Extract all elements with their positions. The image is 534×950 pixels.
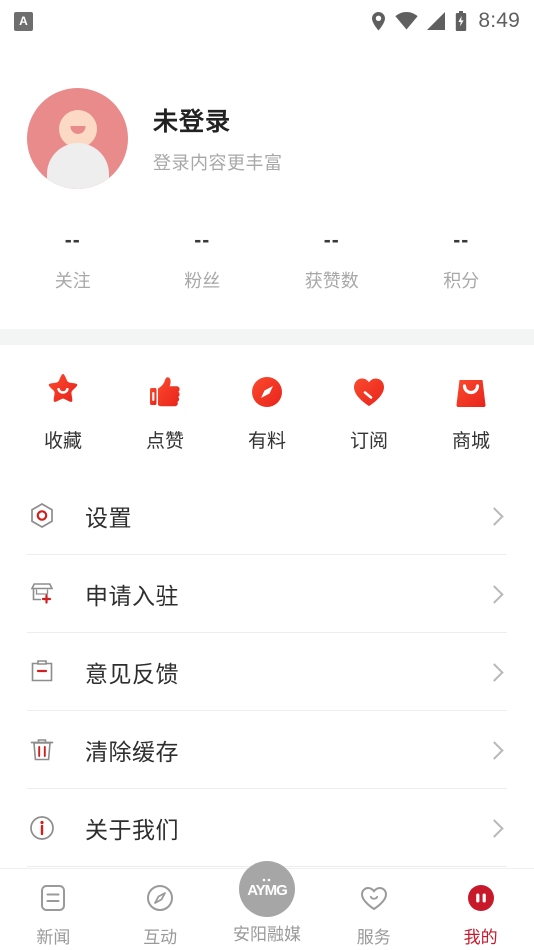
quick-action-mall[interactable]: 商城	[420, 371, 522, 453]
status-bar: A 8:49	[0, 0, 534, 42]
stat-fans[interactable]: -- 粉丝	[138, 229, 268, 293]
tab-mine[interactable]: 我的	[427, 869, 534, 948]
heart-outline-icon	[355, 879, 393, 917]
tab-label: 互动	[143, 928, 178, 947]
news-document-icon	[34, 879, 72, 917]
chevron-right-icon	[485, 584, 504, 604]
tab-label: 安阳融媒	[232, 925, 301, 944]
stat-value: --	[194, 229, 211, 252]
menu-item-about-us[interactable]: 关于我们	[0, 789, 534, 867]
menu-item-clear-cache[interactable]: 清除缓存	[0, 711, 534, 789]
stat-value: --	[64, 229, 81, 252]
stat-label: 获赞数	[304, 271, 359, 291]
app-screen: A 8:49 未登录 登录内容更丰富 -- 关注 -- 粉丝 -- 获赞数 --…	[0, 0, 534, 950]
quick-action-label: 商城	[451, 431, 490, 452]
profile-header[interactable]: 未登录 登录内容更丰富	[0, 42, 534, 189]
chevron-right-icon	[485, 740, 504, 760]
shopping-bag-icon	[450, 371, 492, 413]
profile-active-icon	[462, 879, 500, 917]
profile-title: 未登录	[153, 108, 232, 136]
cellular-signal-icon	[427, 12, 446, 30]
chevron-right-icon	[485, 662, 504, 682]
quick-actions-row: 收藏 点赞 有料 订阅 商城	[0, 345, 534, 453]
menu-item-label: 意见反馈	[85, 661, 179, 687]
heart-icon	[348, 371, 390, 413]
star-icon	[42, 371, 84, 413]
stat-value: --	[453, 229, 470, 252]
status-bar-right: 8:49	[371, 9, 520, 33]
info-circle-icon	[27, 813, 57, 843]
menu-item-feedback[interactable]: 意见反馈	[0, 633, 534, 711]
menu-item-apply-to-join[interactable]: 申请入驻	[0, 555, 534, 633]
svg-text:AYMG: AYMG	[247, 882, 287, 899]
quick-action-label: 订阅	[349, 431, 388, 452]
feedback-clipboard-icon	[27, 657, 57, 687]
tab-interact[interactable]: 互动	[107, 869, 214, 948]
status-bar-clock: 8:49	[478, 9, 520, 32]
quick-action-favorites[interactable]: 收藏	[12, 371, 114, 453]
tab-anyang-media[interactable]: AYMG 安阳融媒	[214, 861, 321, 945]
stat-points[interactable]: -- 积分	[397, 229, 527, 293]
trash-icon	[27, 735, 57, 765]
bottom-tab-bar: 新闻 互动 AYMG 安阳融媒 服务 我的	[0, 861, 534, 950]
profile-subtitle: 登录内容更丰富	[153, 153, 283, 173]
menu-item-label: 申请入驻	[85, 583, 179, 609]
compass-icon	[246, 371, 288, 413]
menu-item-settings[interactable]: 设置	[0, 477, 534, 555]
battery-icon	[456, 11, 467, 31]
stat-value: --	[323, 229, 340, 252]
menu-item-label: 关于我们	[85, 817, 179, 843]
settings-menu-list: 设置 申请入驻 意见反馈 清除缓存 关于我们	[0, 477, 534, 867]
tab-label: 我的	[463, 928, 498, 947]
wifi-icon	[395, 12, 418, 30]
section-divider-band	[0, 329, 534, 345]
settings-hexagon-icon	[27, 501, 57, 531]
location-pin-icon	[372, 11, 386, 30]
stat-likes[interactable]: -- 获赞数	[267, 229, 397, 293]
tab-label: 新闻	[36, 928, 71, 947]
tab-services[interactable]: 服务	[320, 869, 427, 948]
profile-text-block: 未登录 登录内容更丰富	[153, 102, 283, 175]
status-bar-left: A	[14, 11, 33, 31]
chevron-right-icon	[485, 506, 504, 526]
stat-following[interactable]: -- 关注	[8, 229, 138, 293]
quick-action-subscribe[interactable]: 订阅	[318, 371, 420, 453]
avatar-body	[46, 143, 109, 189]
app-notification-badge-icon: A	[14, 11, 33, 31]
thumbs-up-icon	[144, 371, 186, 413]
quick-action-interesting[interactable]: 有料	[216, 371, 318, 453]
tab-news[interactable]: 新闻	[0, 869, 107, 948]
aymg-logo-icon: AYMG	[238, 861, 295, 917]
menu-item-label: 清除缓存	[85, 739, 179, 765]
quick-action-label: 点赞	[145, 431, 184, 452]
quick-action-likes[interactable]: 点赞	[114, 371, 216, 453]
stat-label: 粉丝	[184, 271, 221, 291]
stat-label: 积分	[443, 271, 480, 291]
shop-apply-icon	[27, 579, 57, 609]
tab-label: 服务	[356, 928, 391, 947]
stat-label: 关注	[54, 271, 91, 291]
quick-action-label: 有料	[247, 431, 286, 452]
stats-row: -- 关注 -- 粉丝 -- 获赞数 -- 积分	[0, 229, 534, 293]
quick-action-label: 收藏	[43, 431, 82, 452]
avatar[interactable]	[27, 88, 128, 189]
menu-item-label: 设置	[85, 505, 132, 531]
compass-outline-icon	[141, 879, 179, 917]
chevron-right-icon	[485, 818, 504, 838]
